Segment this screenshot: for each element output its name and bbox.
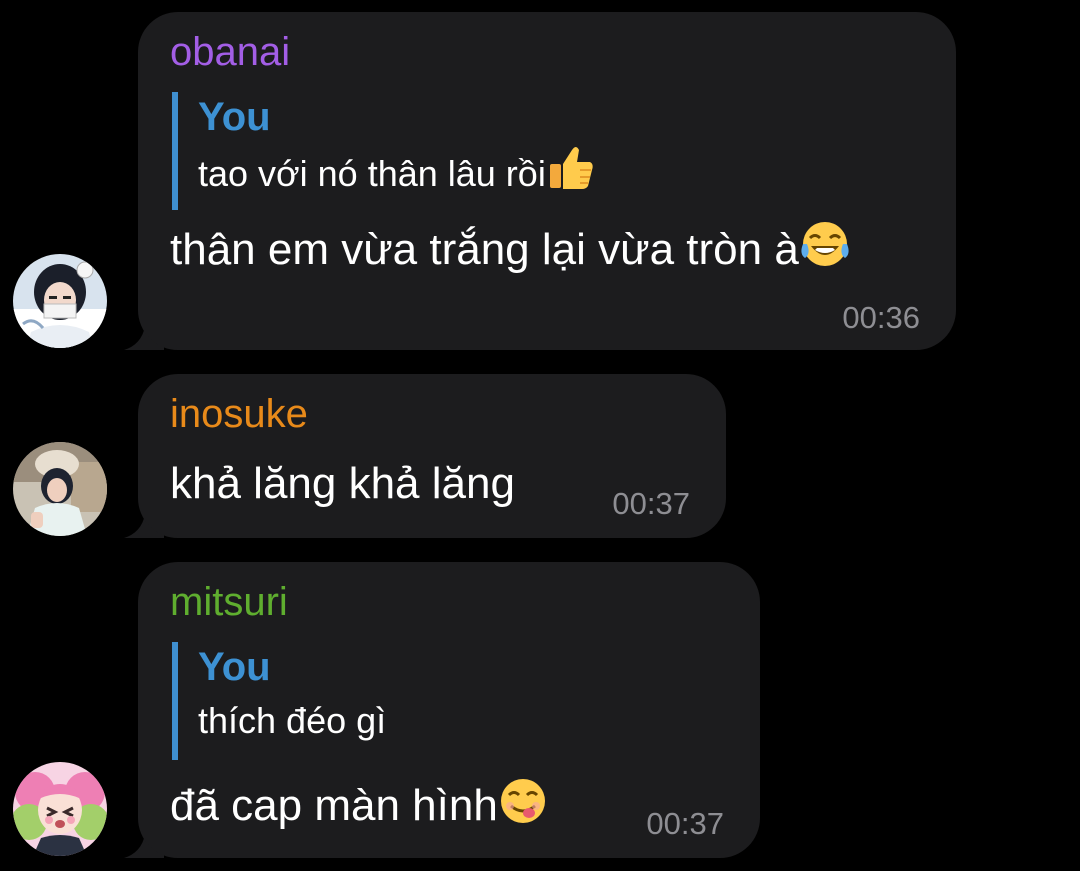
sender-name[interactable]: inosuke <box>170 390 308 438</box>
message-text-content: thân em vừa trắng lại vừa tròn à <box>170 225 799 274</box>
thumbs-up-emoji <box>549 147 593 189</box>
reply-text-content: tao với nó thân lâu rồi <box>198 153 546 194</box>
timestamp: 00:37 <box>612 486 690 521</box>
message-text: đã cap màn hình <box>170 776 548 834</box>
reply-author: You <box>198 645 271 689</box>
message-inosuke[interactable]: inosuke khả lăng khả lăng 00:37 <box>0 370 1080 540</box>
avatar-inosuke-image <box>13 442 107 536</box>
timestamp: 00:37 <box>646 806 724 841</box>
reply-quote[interactable]: You tao với nó thân lâu rồi <box>172 92 596 210</box>
savoring-food-emoji <box>500 779 545 823</box>
message-obanai[interactable]: obanai You tao với nó thân lâu rồi thân … <box>0 0 1080 352</box>
message-bubble[interactable]: inosuke khả lăng khả lăng 00:37 <box>138 374 726 538</box>
message-bubble[interactable]: obanai You tao với nó thân lâu rồi thân … <box>138 12 956 350</box>
sender-name[interactable]: mitsuri <box>170 578 288 626</box>
avatar-mitsuri[interactable] <box>13 762 107 856</box>
reply-text: thích đéo gì <box>198 700 387 741</box>
avatar-inosuke[interactable] <box>13 442 107 536</box>
message-mitsuri[interactable]: mitsuri You thích đéo gì đã cap màn hình… <box>0 560 1080 860</box>
message-bubble[interactable]: mitsuri You thích đéo gì đã cap màn hình… <box>138 562 760 858</box>
tears-of-joy-emoji <box>801 222 849 266</box>
avatar-obanai-image <box>13 254 107 348</box>
avatar-mitsuri-image <box>13 762 107 856</box>
reply-text: tao với nó thân lâu rồi <box>198 142 596 203</box>
timestamp: 00:36 <box>842 300 920 335</box>
reply-quote[interactable]: You thích đéo gì <box>172 642 386 760</box>
sender-name[interactable]: obanai <box>170 28 290 76</box>
reply-author: You <box>198 95 271 139</box>
message-text-content: đã cap màn hình <box>170 781 498 830</box>
message-text: thân em vừa trắng lại vừa tròn à <box>170 218 851 278</box>
avatar-obanai[interactable] <box>13 254 107 348</box>
message-text: khả lăng khả lăng <box>170 459 515 508</box>
